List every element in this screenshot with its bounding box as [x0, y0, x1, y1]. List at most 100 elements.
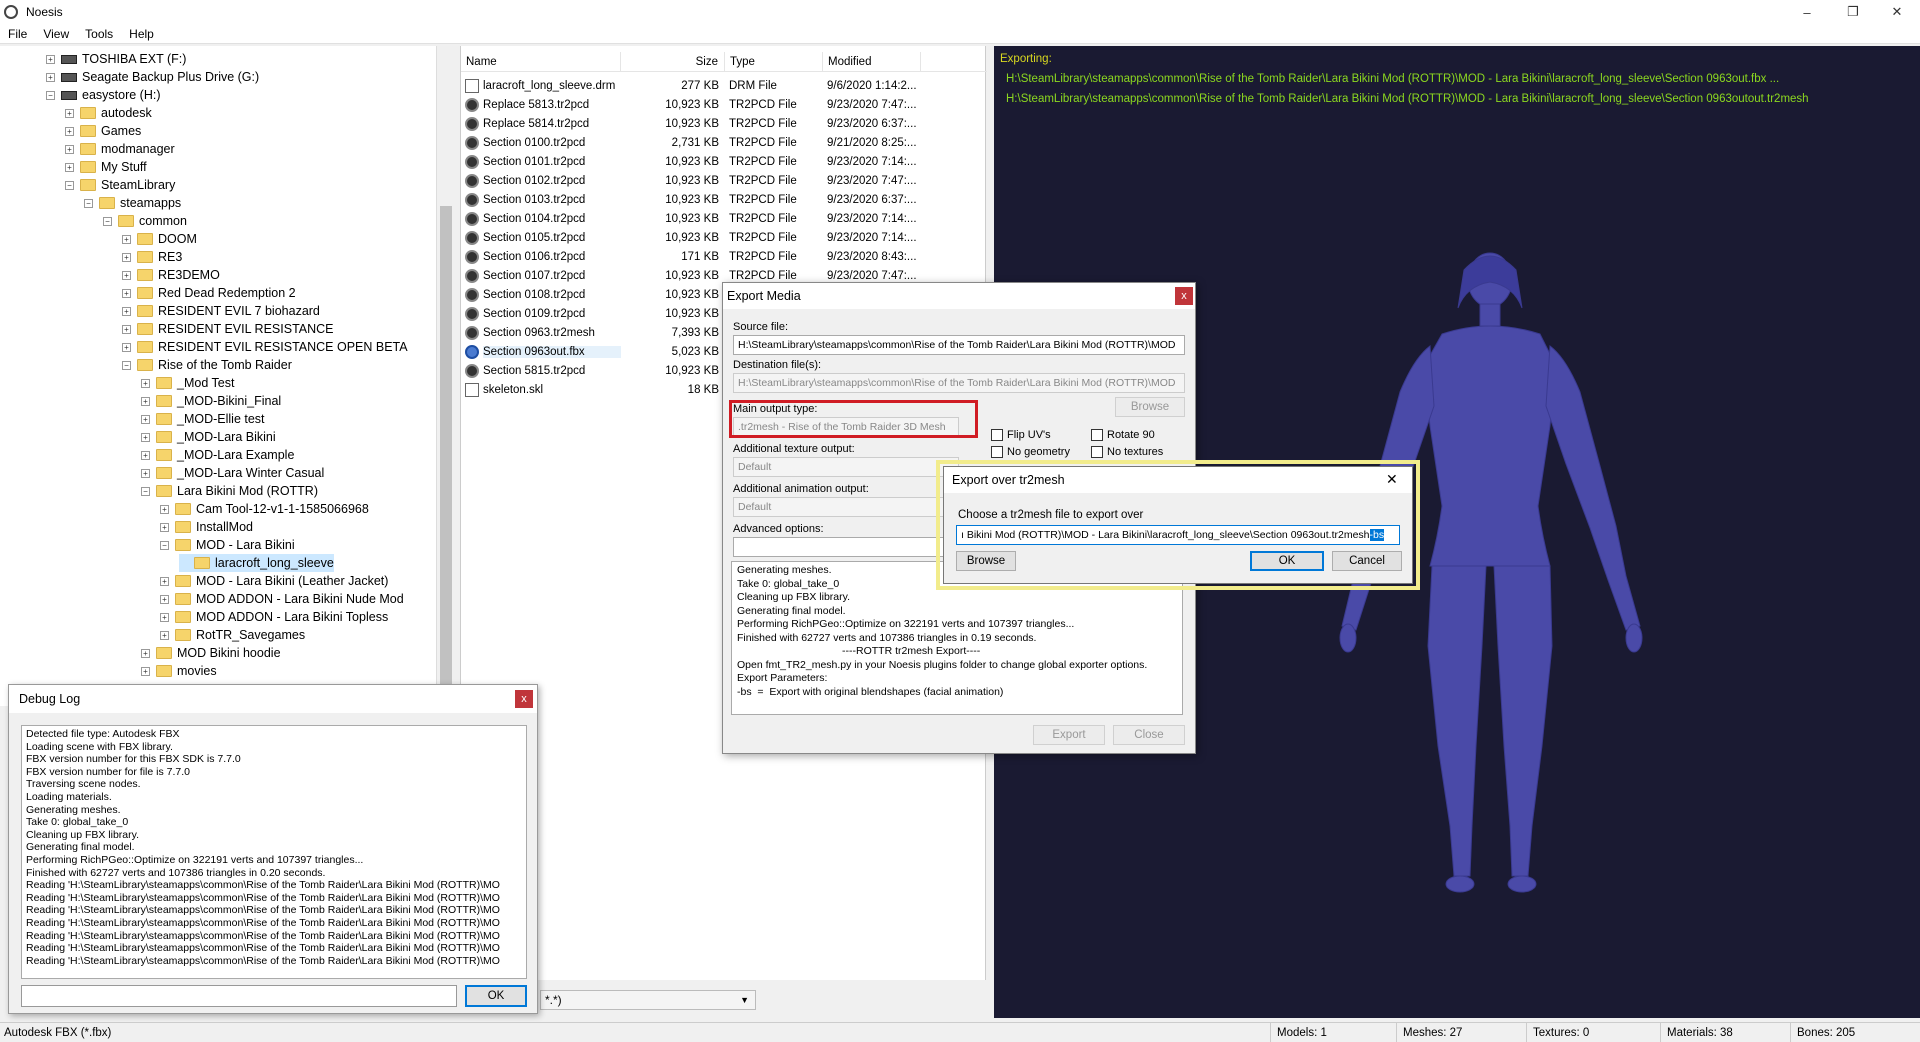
debug-close-button[interactable]: x	[515, 690, 533, 708]
expand-icon[interactable]: +	[122, 288, 131, 298]
no-geometry-checkbox[interactable]: No geometry	[991, 446, 1070, 458]
flip-uvs-checkbox[interactable]: Flip UV's	[991, 429, 1051, 441]
expand-icon[interactable]: +	[160, 594, 169, 604]
tree-item[interactable]: − MOD - Lara Bikini	[160, 536, 295, 554]
expand-icon[interactable]: +	[141, 414, 150, 424]
column-type[interactable]: Type	[725, 52, 823, 71]
expand-icon[interactable]: +	[160, 612, 169, 622]
tree-item[interactable]: + TOSHIBA EXT (F:)	[46, 50, 186, 68]
tree-item[interactable]: − Rise of the Tomb Raider	[122, 356, 292, 374]
tree-item[interactable]: + DOOM	[122, 230, 197, 248]
tree-item[interactable]: + Cam Tool-12-v1-1-1585066968	[160, 500, 369, 518]
debug-command-input[interactable]	[21, 985, 457, 1007]
tree-item[interactable]: + Games	[65, 122, 141, 140]
menu-tools[interactable]: Tools	[77, 27, 121, 41]
column-name[interactable]: Name	[461, 52, 621, 71]
file-row[interactable]: Section 0105.tr2pcd 10,923 KB TR2PCD File 9…	[465, 228, 985, 247]
tree-item[interactable]: + RotTR_Savegames	[160, 626, 305, 644]
file-type-filter[interactable]: *.*) ▼	[540, 990, 756, 1010]
expand-icon[interactable]: +	[122, 342, 131, 352]
file-row[interactable]: Section 0106.tr2pcd 171 KB TR2PCD File 9/23…	[465, 247, 985, 266]
collapse-icon[interactable]: −	[103, 216, 112, 226]
export-over-browse-button[interactable]: Browse	[956, 551, 1016, 571]
expand-icon[interactable]: +	[160, 522, 169, 532]
tree-item[interactable]: + MOD ADDON - Lara Bikini Nude Mod	[160, 590, 404, 608]
tree-item[interactable]: + _MOD-Lara Winter Casual	[141, 464, 324, 482]
export-over-cancel-button[interactable]: Cancel	[1332, 551, 1402, 571]
expand-icon[interactable]: +	[65, 144, 74, 154]
collapse-icon[interactable]: −	[160, 540, 169, 550]
close-window-button[interactable]: ✕	[1874, 0, 1920, 24]
export-media-close-button[interactable]: x	[1175, 287, 1193, 305]
tree-item[interactable]: + MOD - Lara Bikini (Leather Jacket)	[160, 572, 388, 590]
tree-item[interactable]: + _MOD-Lara Example	[141, 446, 294, 464]
tree-item[interactable]: + modmanager	[65, 140, 175, 158]
tree-item[interactable]: + Seagate Backup Plus Drive (G:)	[46, 68, 259, 86]
expand-icon[interactable]: +	[122, 324, 131, 334]
tree-item[interactable]: − Lara Bikini Mod (ROTTR)	[141, 482, 318, 500]
file-row[interactable]: Section 0104.tr2pcd 10,923 KB TR2PCD File 9…	[465, 209, 985, 228]
expand-icon[interactable]: +	[141, 450, 150, 460]
menu-help[interactable]: Help	[121, 27, 162, 41]
source-file-field[interactable]: H:\SteamLibrary\steamapps\common\Rise of…	[733, 335, 1185, 355]
tree-item[interactable]: − easystore (H:)	[46, 86, 161, 104]
minimize-button[interactable]: –	[1784, 0, 1830, 24]
tree-item[interactable]: + MOD Bikini hoodie	[141, 644, 281, 662]
tree-item[interactable]: + RESIDENT EVIL RESISTANCE OPEN BETA	[122, 338, 408, 356]
column-modified[interactable]: Modified	[823, 52, 921, 71]
tree-item[interactable]: + movies	[141, 662, 217, 680]
collapse-icon[interactable]: −	[65, 180, 74, 190]
tree-item[interactable]: + _MOD-Bikini_Final	[141, 392, 281, 410]
collapse-icon[interactable]: −	[84, 198, 93, 208]
column-size[interactable]: Size	[621, 52, 725, 71]
expand-icon[interactable]: +	[46, 54, 55, 64]
menu-view[interactable]: View	[35, 27, 77, 41]
tree-item[interactable]: − common	[103, 212, 187, 230]
expand-icon[interactable]: +	[122, 234, 131, 244]
expand-icon[interactable]: +	[141, 648, 150, 658]
expand-icon[interactable]: +	[46, 72, 55, 82]
close-button[interactable]: Close	[1113, 725, 1185, 745]
tree-item[interactable]: + autodesk	[65, 104, 152, 122]
expand-icon[interactable]: +	[141, 468, 150, 478]
file-row[interactable]: laracroft_long_sleeve.drm 277 KB DRM File 9…	[465, 76, 985, 95]
destination-browse-button[interactable]: Browse	[1115, 397, 1185, 417]
expand-icon[interactable]: +	[65, 126, 74, 136]
expand-icon[interactable]: +	[160, 576, 169, 586]
expand-icon[interactable]: +	[160, 630, 169, 640]
tree-item[interactable]: + RE3DEMO	[122, 266, 220, 284]
tree-item[interactable]: − steamapps	[84, 194, 181, 212]
advanced-options-input[interactable]	[733, 537, 959, 557]
expand-icon[interactable]: +	[122, 306, 131, 316]
rotate-90-checkbox[interactable]: Rotate 90	[1091, 429, 1155, 441]
expand-icon[interactable]: +	[141, 378, 150, 388]
collapse-icon[interactable]: −	[46, 90, 55, 100]
tree-item[interactable]: + RESIDENT EVIL RESISTANCE	[122, 320, 334, 338]
expand-icon[interactable]: +	[141, 396, 150, 406]
tr2mesh-path-input[interactable]: ı Bikini Mod (ROTTR)\MOD - Lara Bikini\l…	[956, 525, 1400, 545]
tree-scrollbar[interactable]	[436, 46, 454, 706]
collapse-icon[interactable]: −	[122, 360, 131, 370]
tree-item[interactable]: − SteamLibrary	[65, 176, 175, 194]
expand-icon[interactable]: +	[65, 162, 74, 172]
expand-icon[interactable]: +	[141, 432, 150, 442]
tree-scroll-thumb[interactable]	[440, 206, 452, 686]
file-row[interactable]: Section 0100.tr2pcd 2,731 KB TR2PCD File 9/…	[465, 133, 985, 152]
expand-icon[interactable]: +	[141, 666, 150, 676]
maximize-button[interactable]: ❐	[1830, 0, 1876, 24]
tree-item[interactable]: + _MOD-Ellie test	[141, 410, 265, 428]
expand-icon[interactable]: +	[122, 270, 131, 280]
menu-file[interactable]: File	[0, 27, 35, 41]
file-row[interactable]: Replace 5814.tr2pcd 10,923 KB TR2PCD File 9…	[465, 114, 985, 133]
collapse-icon[interactable]: −	[141, 486, 150, 496]
expand-icon[interactable]: +	[122, 252, 131, 262]
file-row[interactable]: Section 0102.tr2pcd 10,923 KB TR2PCD File 9…	[465, 171, 985, 190]
export-over-ok-button[interactable]: OK	[1250, 551, 1324, 571]
tree-item[interactable]: + Red Dead Redemption 2	[122, 284, 296, 302]
tree-item[interactable]: + My Stuff	[65, 158, 147, 176]
tree-item[interactable]: + RE3	[122, 248, 182, 266]
folder-tree[interactable]: + TOSHIBA EXT (F:) + Seagate Backup Plus Dr…	[0, 46, 454, 706]
expand-icon[interactable]: +	[160, 504, 169, 514]
animation-output-select[interactable]: Default	[733, 497, 959, 517]
destination-field[interactable]: H:\SteamLibrary\steamapps\common\Rise of…	[733, 373, 1185, 393]
